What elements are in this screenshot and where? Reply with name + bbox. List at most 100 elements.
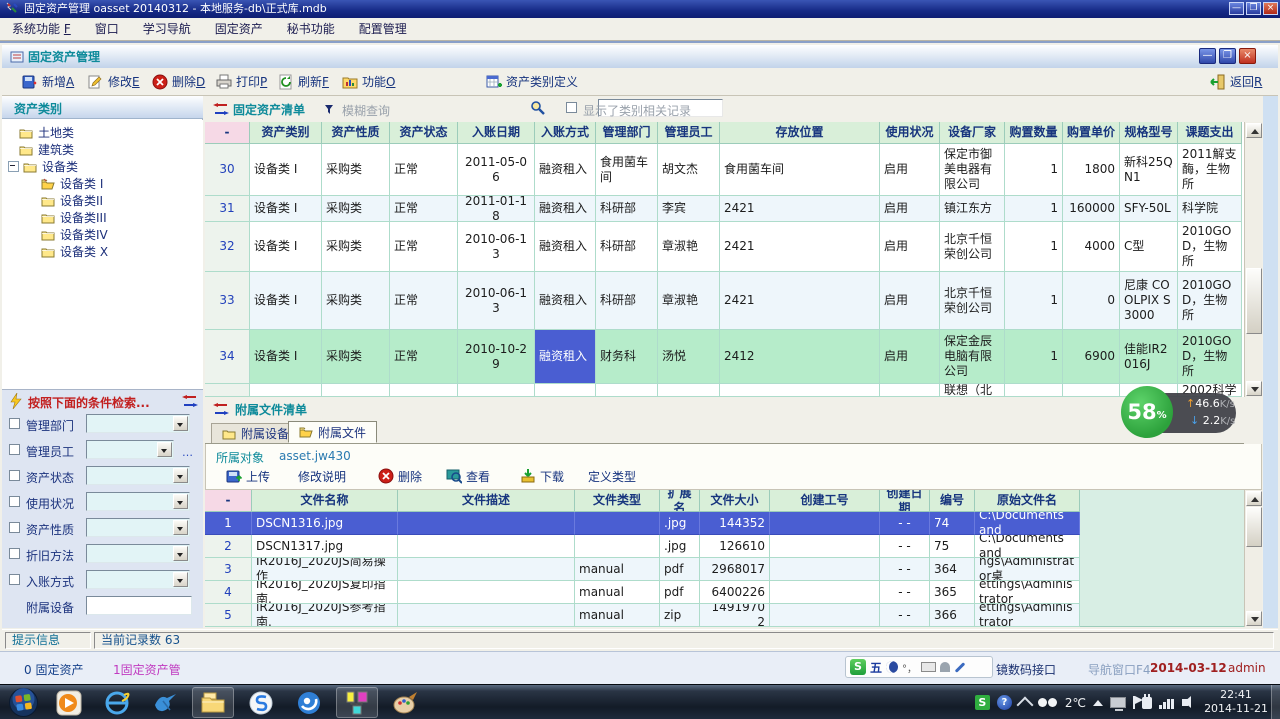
- cell[interactable]: 融资租入: [535, 330, 596, 384]
- cell[interactable]: 2011-05-06: [458, 144, 535, 196]
- cell[interactable]: 胡文杰: [658, 144, 720, 196]
- cell[interactable]: [658, 384, 720, 397]
- cell[interactable]: 1: [205, 512, 252, 535]
- cell[interactable]: 364: [930, 558, 975, 581]
- cell[interactable]: ettings\Administrator: [975, 604, 1080, 627]
- cell[interactable]: 160000: [1063, 196, 1120, 222]
- header-cell[interactable]: 创建日期: [880, 490, 930, 512]
- cell[interactable]: 启用: [880, 330, 940, 384]
- cell[interactable]: 4000: [1063, 222, 1120, 272]
- cell[interactable]: 34: [205, 330, 250, 384]
- cell[interactable]: 2421: [720, 196, 880, 222]
- cell[interactable]: 1: [1005, 144, 1063, 196]
- cell[interactable]: 采购类: [322, 330, 390, 384]
- cell[interactable]: 镇江东方: [940, 196, 1005, 222]
- taskbar-clock[interactable]: 22:41 2014-11-21: [1204, 688, 1268, 716]
- cell[interactable]: 74: [930, 512, 975, 535]
- cell[interactable]: 0: [1063, 272, 1120, 330]
- cell[interactable]: 正常: [390, 330, 458, 384]
- scroll-up-icon[interactable]: [1246, 491, 1262, 506]
- cell[interactable]: 保定市御美电器有限公司: [940, 144, 1005, 196]
- cell[interactable]: iR2016J_2020JS参考指南.: [252, 604, 398, 627]
- header-cell[interactable]: 入账方式: [535, 122, 596, 144]
- cell[interactable]: 2010GOD，生物所: [1178, 272, 1242, 330]
- cell[interactable]: [398, 558, 575, 581]
- cell[interactable]: 李宾: [658, 196, 720, 222]
- cell[interactable]: 75: [930, 535, 975, 558]
- cell[interactable]: 3: [205, 558, 252, 581]
- cell[interactable]: 1: [1005, 222, 1063, 272]
- swap-icon[interactable]: [213, 401, 229, 417]
- cell[interactable]: C型: [1120, 222, 1178, 272]
- cell[interactable]: [880, 384, 940, 397]
- cell[interactable]: 6400226: [700, 581, 770, 604]
- cell[interactable]: IR2016J_2020JS简易操作: [252, 558, 398, 581]
- header-cell[interactable]: 存放位置: [720, 122, 880, 144]
- cell[interactable]: 采购类: [322, 272, 390, 330]
- ime-mode[interactable]: 五: [870, 659, 882, 676]
- upload-attach-button[interactable]: 上传: [226, 466, 270, 486]
- ime-punct[interactable]: °，: [902, 660, 917, 675]
- cell[interactable]: SFY-50L: [1120, 196, 1178, 222]
- menu-item-1[interactable]: 系统功能 F: [0, 19, 83, 40]
- taskbar-browser-button[interactable]: [288, 687, 330, 718]
- cell[interactable]: 启用: [880, 196, 940, 222]
- cell[interactable]: 北京千恒荣创公司: [940, 272, 1005, 330]
- cell[interactable]: 启用: [880, 222, 940, 272]
- cell[interactable]: ngs\Administrator桌: [975, 558, 1080, 581]
- file-table-scrollbar[interactable]: [1244, 490, 1262, 627]
- chevron-down-icon[interactable]: [173, 572, 188, 587]
- help-icon[interactable]: ?: [997, 695, 1012, 710]
- cell[interactable]: 科研部: [596, 272, 658, 330]
- keyboard-icon[interactable]: [921, 662, 936, 672]
- cell[interactable]: 2010-06-13: [458, 222, 535, 272]
- show-desktop-button[interactable]: [1271, 685, 1280, 719]
- cell[interactable]: DSCN1316.jpg: [252, 512, 398, 535]
- attached-device-input[interactable]: [86, 596, 192, 615]
- cell[interactable]: [770, 581, 880, 604]
- cell[interactable]: 33: [205, 272, 250, 330]
- tab-attached-devices[interactable]: 附属设备: [211, 423, 300, 443]
- uparrow-icon[interactable]: [1093, 700, 1103, 706]
- cell[interactable]: - -: [880, 535, 930, 558]
- cell[interactable]: 1: [1005, 330, 1063, 384]
- expand-icon[interactable]: [1016, 696, 1033, 713]
- scroll-down-icon[interactable]: [1246, 611, 1262, 626]
- cell[interactable]: 2011-01-18: [458, 196, 535, 222]
- cell[interactable]: 融资租入: [535, 272, 596, 330]
- cell[interactable]: 融资租入: [535, 196, 596, 222]
- nav-window-label[interactable]: 导航窗口F4: [1088, 661, 1151, 678]
- cell[interactable]: [1063, 384, 1120, 397]
- header-cell[interactable]: 管理员工: [658, 122, 720, 144]
- scroll-down-icon[interactable]: [1246, 381, 1262, 396]
- 资产性质-combo[interactable]: [86, 518, 190, 537]
- taskitem-1[interactable]: 1固定资产管: [113, 661, 181, 678]
- memory-ball[interactable]: 58%: [1121, 386, 1173, 438]
- cell[interactable]: 2412: [720, 330, 880, 384]
- cell[interactable]: 14919702: [700, 604, 770, 627]
- header-cell[interactable]: 课题支出: [1178, 122, 1242, 144]
- cell[interactable]: 2421: [720, 272, 880, 330]
- filter-checkbox[interactable]: [9, 548, 20, 559]
- cell[interactable]: zip: [660, 604, 700, 627]
- weather-icon[interactable]: [1038, 698, 1060, 708]
- cell[interactable]: ettings\Administrator: [975, 581, 1080, 604]
- cell[interactable]: 2010-10-29: [458, 330, 535, 384]
- child-restore-icon[interactable]: ❐: [1219, 48, 1236, 64]
- header-cell[interactable]: 购置数量: [1005, 122, 1063, 144]
- cell[interactable]: manual: [575, 604, 660, 627]
- back-button[interactable]: 返回R: [1206, 71, 1266, 92]
- tree-item-6[interactable]: 设备类III: [2, 209, 203, 226]
- cell[interactable]: 正常: [390, 222, 458, 272]
- close-icon[interactable]: ×: [1263, 2, 1278, 15]
- search-icon[interactable]: [530, 100, 546, 116]
- header-cell[interactable]: 原始文件名: [975, 490, 1080, 512]
- cell[interactable]: [322, 384, 390, 397]
- toolbar-func-button[interactable]: 功能O: [338, 71, 399, 92]
- header-cell[interactable]: 入账日期: [458, 122, 535, 144]
- swap-icon[interactable]: [182, 393, 198, 409]
- cell[interactable]: 采购类: [322, 144, 390, 196]
- cell[interactable]: C:\Documents and: [975, 535, 1080, 558]
- tree-item-7[interactable]: 设备类IV: [2, 226, 203, 243]
- tree-item-2[interactable]: 建筑类: [2, 141, 203, 158]
